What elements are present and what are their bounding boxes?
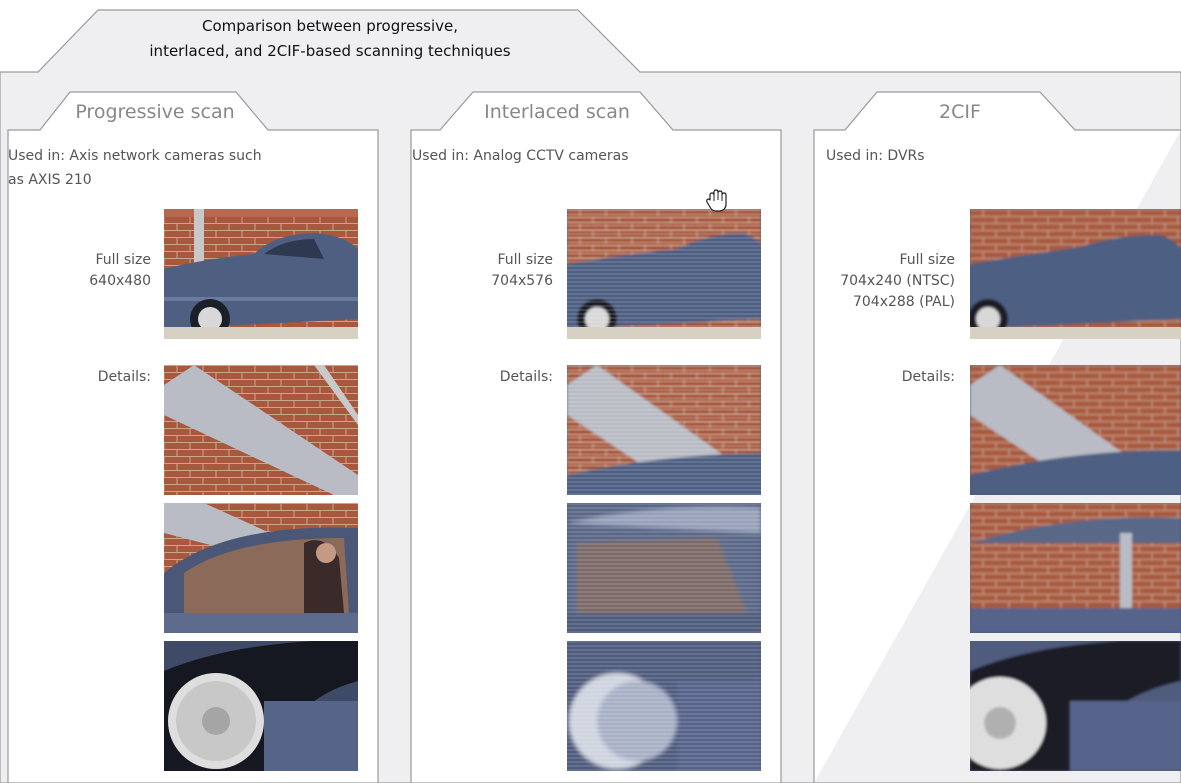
used-in-line: as AXIS 210 xyxy=(8,172,92,188)
full-size-label: Full size xyxy=(95,252,151,268)
hand-pointer-icon xyxy=(706,189,727,212)
detail-image-2cif-1 xyxy=(970,365,1181,495)
full-size-label: Full size xyxy=(899,252,955,268)
detail-image-progressive-3 xyxy=(164,641,358,771)
resolution-value: 704x576 xyxy=(491,273,553,289)
full-size-image-progressive xyxy=(164,209,358,339)
detail-image-progressive-1 xyxy=(164,365,358,495)
details-label-interlaced: Details: xyxy=(499,369,553,385)
details-label-2cif: Details: xyxy=(901,369,955,385)
resolution-value: 704x240 (NTSC) xyxy=(840,273,955,289)
resolution-value: 704x288 (PAL) xyxy=(852,294,955,310)
full-size-interlaced: Full size 704x576 xyxy=(420,250,553,292)
used-in-line: Used in: Analog CCTV cameras xyxy=(412,148,629,164)
detail-image-2cif-2 xyxy=(970,503,1181,633)
full-size-image-2cif xyxy=(970,209,1181,339)
detail-image-interlaced-3 xyxy=(567,641,761,771)
details-label-progressive: Details: xyxy=(97,369,151,385)
page-title: Comparison between progressive, interlac… xyxy=(60,14,600,64)
page-title-line1: Comparison between progressive, xyxy=(201,17,458,35)
full-size-label: Full size xyxy=(497,252,553,268)
detail-image-2cif-3 xyxy=(970,641,1181,771)
detail-image-interlaced-1 xyxy=(567,365,761,495)
detail-image-progressive-2 xyxy=(164,503,358,633)
used-in-line: Used in: DVRs xyxy=(826,148,925,164)
tab-interlaced-scan: Interlaced scan xyxy=(484,101,630,123)
used-in-progressive: Used in: Axis network cameras such as AX… xyxy=(8,144,368,192)
detail-image-interlaced-2 xyxy=(567,503,761,633)
page-title-line2: interlaced, and 2CIF-based scanning tech… xyxy=(149,42,511,60)
used-in-interlaced: Used in: Analog CCTV cameras xyxy=(412,144,772,168)
tab-progressive-scan: Progressive scan xyxy=(75,101,235,123)
full-size-2cif: Full size 704x240 (NTSC) 704x288 (PAL) xyxy=(800,250,955,313)
full-size-progressive: Full size 640x480 xyxy=(20,250,151,292)
used-in-2cif: Used in: DVRs xyxy=(826,144,1166,168)
full-size-image-interlaced xyxy=(567,209,761,339)
used-in-line: Used in: Axis network cameras such xyxy=(8,148,262,164)
tab-2cif: 2CIF xyxy=(939,101,981,123)
resolution-value: 640x480 xyxy=(89,273,151,289)
